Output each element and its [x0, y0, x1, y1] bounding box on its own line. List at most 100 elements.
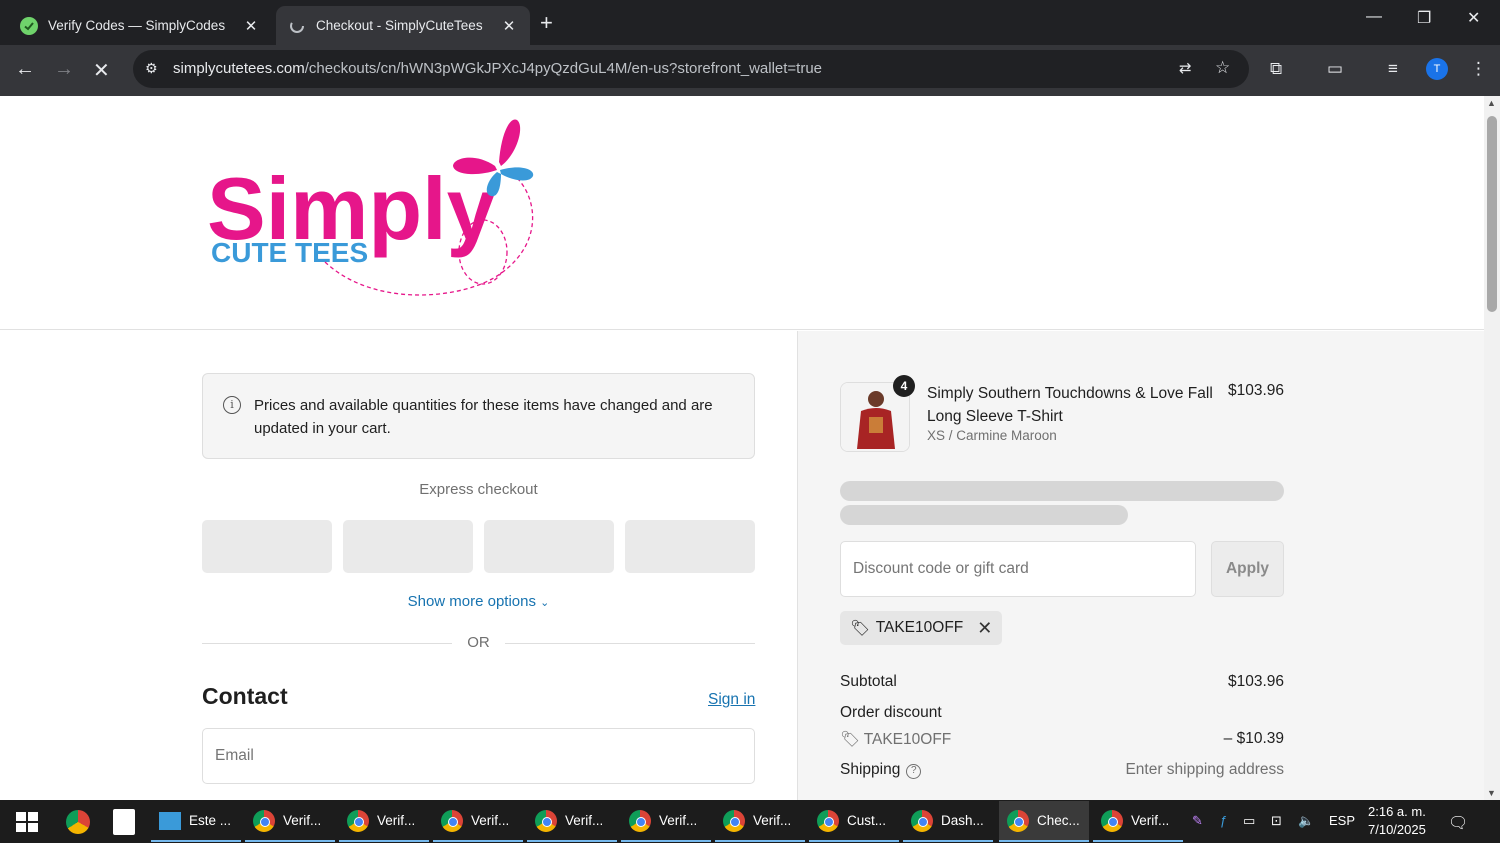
- monitor-icon: [159, 811, 181, 830]
- notifications-icon[interactable]: 🗨: [1448, 813, 1468, 833]
- translate-icon[interactable]: ⇄: [1179, 59, 1192, 77]
- feather-icon[interactable]: ƒ: [1220, 813, 1227, 828]
- url-text: simplycutetees.com/checkouts/cn/hWN3pWGk…: [173, 60, 823, 77]
- profile-avatar[interactable]: T: [1426, 58, 1448, 80]
- tag-icon: 🏷: [840, 731, 860, 748]
- taskbar-app-chrome-active[interactable]: Chec...: [999, 801, 1089, 842]
- taskbar-app-chrome[interactable]: Verif...: [527, 801, 617, 842]
- volume-icon[interactable]: 🔈: [1298, 813, 1314, 829]
- tab-search-icon[interactable]: ▭: [1327, 59, 1343, 79]
- show-more-options-link[interactable]: Show more options ⌄: [202, 593, 755, 610]
- product-price: $103.96: [1227, 382, 1284, 399]
- store-header: Simply CUTE TEES: [0, 96, 1484, 330]
- scroll-up-icon[interactable]: ▲: [1487, 98, 1496, 108]
- taskbar-app-chrome[interactable]: Dash...: [903, 801, 993, 842]
- discount-row: 🏷 TAKE10OFF – $10.39: [840, 730, 1284, 748]
- subtotal-row: Subtotal $103.96: [840, 673, 1284, 690]
- language-indicator[interactable]: ESP: [1329, 813, 1355, 828]
- tag-icon: 🏷: [850, 619, 870, 637]
- windows-start-icon[interactable]: [16, 812, 38, 837]
- taskbar-app-chrome[interactable]: Verif...: [433, 801, 523, 842]
- chrome-icon: [911, 809, 933, 832]
- loading-skeleton-line: [840, 481, 1284, 501]
- express-pay-button-4[interactable]: [625, 520, 755, 573]
- loading-skeleton-line: [840, 505, 1128, 525]
- help-icon[interactable]: ?: [906, 764, 922, 779]
- discount-value: – $10.39: [1223, 730, 1284, 747]
- loading-icon: [288, 17, 306, 35]
- express-checkout-label: Express checkout: [419, 481, 538, 498]
- close-tab-icon[interactable]: ✕: [242, 17, 260, 35]
- checkout-page: Simply CUTE TEES i Prices and available …: [0, 96, 1484, 800]
- close-tab-icon[interactable]: ✕: [500, 17, 518, 35]
- chrome-icon: [441, 809, 463, 832]
- back-arrow-icon[interactable]: ←: [15, 58, 35, 81]
- contact-heading: Contact: [202, 683, 288, 709]
- shipping-value: Enter shipping address: [1125, 761, 1284, 778]
- chevron-down-icon: ⌄: [540, 597, 550, 609]
- tab-title: Verify Codes — SimplyCodes: [48, 18, 226, 33]
- battery-icon[interactable]: ▭: [1243, 813, 1255, 829]
- page-scrollbar[interactable]: ▲ ▼: [1484, 96, 1500, 800]
- express-pay-button-2[interactable]: [343, 520, 473, 573]
- calculator-icon[interactable]: [113, 809, 135, 835]
- taskbar-app-chrome[interactable]: Verif...: [245, 801, 335, 842]
- browser-toolbar: ← → ✕ ⚙ simplycutetees.com/checkouts/cn/…: [0, 45, 1500, 96]
- info-icon: i: [223, 396, 241, 414]
- express-pay-button-1[interactable]: [202, 520, 332, 573]
- chrome-icon: [1101, 809, 1123, 832]
- minimize-icon[interactable]: —: [1366, 8, 1382, 26]
- simplycodes-icon: [20, 16, 38, 35]
- remove-discount-icon[interactable]: ✕: [977, 618, 992, 639]
- product-variant: XS / Carmine Maroon: [927, 428, 1057, 443]
- restore-icon[interactable]: ❐: [1417, 8, 1431, 28]
- taskbar-app-explorer[interactable]: Este ...: [151, 801, 241, 842]
- logo-tagline: CUTE TEES: [211, 237, 368, 268]
- network-icon[interactable]: ⊡: [1271, 813, 1282, 829]
- extensions-icon[interactable]: ⧉: [1270, 59, 1282, 79]
- notice-text: Prices and available quantities for thes…: [254, 397, 713, 437]
- chrome-icon: [817, 809, 839, 832]
- browser-tab-strip: Verify Codes — SimplyCodes ✕ Checkout - …: [0, 0, 1500, 45]
- express-pay-button-3[interactable]: [484, 520, 614, 573]
- checkout-main: i Prices and available quantities for th…: [0, 331, 797, 800]
- tab-checkout[interactable]: Checkout - SimplyCuteTees ✕: [276, 6, 530, 45]
- chrome-icon: [253, 809, 275, 832]
- taskbar-app-chrome[interactable]: Verif...: [621, 801, 711, 842]
- windows-taskbar: Este ... Verif... Verif... Verif... Veri…: [0, 800, 1500, 843]
- apply-discount-button[interactable]: Apply: [1211, 541, 1284, 597]
- system-clock[interactable]: 2:16 a. m. 7/10/2025: [1368, 803, 1426, 839]
- applied-discount-chip: 🏷 TAKE10OFF ✕: [840, 611, 1003, 645]
- discount-code-input[interactable]: [840, 541, 1196, 597]
- stop-loading-icon[interactable]: ✕: [93, 58, 110, 83]
- site-settings-icon[interactable]: ⚙: [145, 60, 158, 77]
- quantity-badge: 4: [893, 375, 915, 397]
- chrome-icon: [535, 809, 557, 832]
- taskbar-app-chrome[interactable]: Cust...: [809, 801, 899, 842]
- tab-title: Checkout - SimplyCuteTees: [316, 18, 483, 33]
- taskbar-app-chrome[interactable]: Verif...: [715, 801, 805, 842]
- email-field[interactable]: [202, 728, 755, 784]
- chrome-pinned-icon[interactable]: [66, 810, 90, 834]
- product-name: Simply Southern Touchdowns & Love Fall L…: [927, 385, 1213, 425]
- cart-changed-notice: i Prices and available quantities for th…: [202, 373, 755, 459]
- order-discount-label: Order discount: [840, 704, 942, 721]
- tab-verify-codes[interactable]: Verify Codes — SimplyCodes ✕: [8, 6, 272, 45]
- address-bar[interactable]: ⚙ simplycutetees.com/checkouts/cn/hWN3pW…: [133, 50, 1249, 88]
- discount-code-label: TAKE10OFF: [875, 619, 964, 636]
- reading-list-icon[interactable]: ≡: [1388, 59, 1398, 79]
- scroll-down-icon[interactable]: ▼: [1487, 788, 1496, 798]
- or-divider: OR: [202, 634, 755, 651]
- sign-in-link[interactable]: Sign in: [708, 691, 755, 709]
- pen-icon[interactable]: ✎: [1192, 813, 1203, 829]
- menu-kebab-icon[interactable]: ⋮: [1470, 59, 1487, 79]
- forward-arrow-icon[interactable]: →: [54, 58, 74, 81]
- taskbar-app-chrome[interactable]: Verif...: [1093, 801, 1183, 842]
- new-tab-button[interactable]: +: [540, 10, 553, 36]
- store-logo[interactable]: Simply CUTE TEES: [205, 114, 565, 314]
- bookmark-star-icon[interactable]: ☆: [1215, 58, 1230, 78]
- scrollbar-thumb[interactable]: [1487, 116, 1497, 312]
- chrome-icon: [723, 809, 745, 832]
- taskbar-app-chrome[interactable]: Verif...: [339, 801, 429, 842]
- close-window-icon[interactable]: ✕: [1467, 8, 1480, 28]
